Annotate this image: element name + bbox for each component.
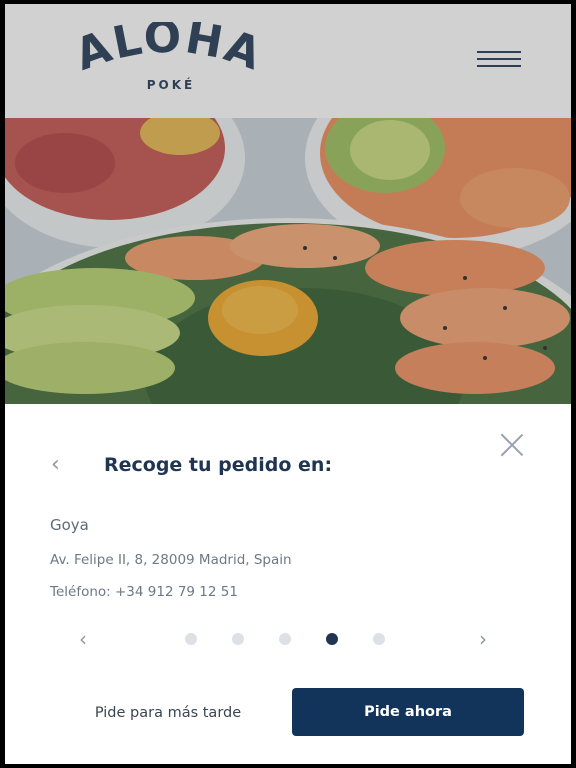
logo-text: ALOHA	[69, 22, 267, 81]
pickup-sheet: ‹ Recoge tu pedido en: Goya Av. Felipe I…	[5, 404, 571, 764]
order-now-button[interactable]: Pide ahora	[292, 688, 524, 736]
carousel-dots	[185, 633, 405, 645]
order-later-button[interactable]: Pide para más tarde	[63, 690, 273, 736]
hamburger-menu-icon[interactable]	[475, 46, 523, 74]
store-address: Av. Felipe II, 8, 28009 Madrid, Spain	[50, 552, 292, 568]
carousel-dot[interactable]	[232, 633, 244, 645]
close-icon[interactable]	[499, 432, 525, 458]
app-frame: ALOHA POKÉ ‹ Recoge tu pedido en: Goya A…	[5, 4, 571, 764]
carousel-dot-active[interactable]	[326, 633, 338, 645]
carousel-dot[interactable]	[373, 633, 385, 645]
carousel-dot[interactable]	[279, 633, 291, 645]
store-name: Goya	[50, 516, 89, 534]
carousel-next-icon[interactable]: ›	[479, 628, 497, 650]
logo-subtext: POKÉ	[146, 78, 196, 92]
carousel-prev-icon[interactable]: ‹	[79, 628, 97, 650]
sheet-title: Recoge tu pedido en:	[104, 454, 333, 476]
store-phone[interactable]: Teléfono: +34 912 79 12 51	[50, 584, 238, 600]
svg-text:ALOHA: ALOHA	[69, 22, 269, 81]
header: ALOHA POKÉ	[5, 4, 571, 118]
hero-image	[5, 118, 571, 406]
carousel-dot[interactable]	[185, 633, 197, 645]
chevron-left-icon[interactable]: ‹	[51, 454, 71, 476]
